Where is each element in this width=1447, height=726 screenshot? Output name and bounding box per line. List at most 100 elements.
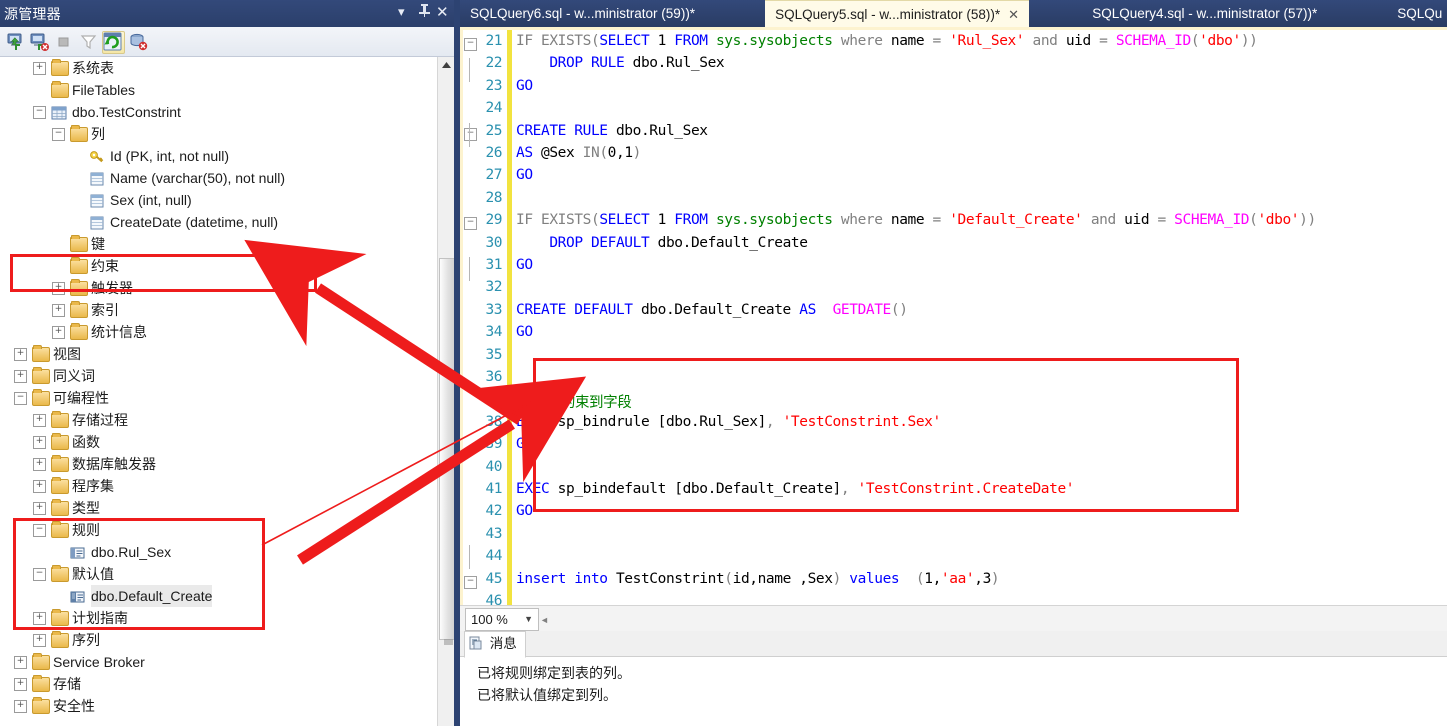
refresh-icon[interactable]	[102, 31, 125, 54]
expand-toggle-icon[interactable]: +	[33, 502, 46, 515]
code-fold-toggle-icon[interactable]: −	[464, 38, 477, 51]
tree-item-Sexintnull[interactable]: Sex (int, null)	[0, 189, 437, 211]
expand-toggle-icon[interactable]: +	[14, 348, 27, 361]
document-tab[interactable]: SQLQuery4.sql - w...ministrator (57))*	[1082, 0, 1327, 29]
document-tab[interactable]: SQLQuery5.sql - w...ministrator (58))* ✕	[765, 0, 1030, 30]
expand-toggle-icon[interactable]: +	[33, 62, 46, 75]
code-line[interactable]: CREATE RULE dbo.Rul_Sex	[516, 123, 708, 139]
code-token: ()	[890, 301, 908, 318]
line-number: 23	[485, 77, 503, 94]
code-line[interactable]: IF EXISTS(SELECT 1 FROM sys.sysobjects w…	[516, 33, 1258, 49]
chevron-down-icon[interactable]: ▾	[398, 4, 405, 20]
horizontal-scroll-left-arrow[interactable]: ◄	[540, 615, 549, 625]
expand-toggle-icon[interactable]: +	[33, 414, 46, 427]
tree-item-[interactable]: − 可编程性	[0, 387, 437, 409]
tree-item-[interactable]: + 类型	[0, 497, 437, 519]
column-icon	[89, 214, 106, 230]
code-line[interactable]: GO	[516, 167, 533, 183]
code-fold-toggle-icon[interactable]: −	[464, 127, 477, 141]
tree-item-[interactable]: + 序列	[0, 629, 437, 651]
expand-toggle-icon[interactable]: +	[33, 436, 46, 449]
object-explorer-toolbar	[0, 27, 459, 57]
code-token: 'aa'	[940, 570, 975, 587]
expand-toggle-icon[interactable]: +	[14, 370, 27, 383]
tree-item-FileTables[interactable]: FileTables	[0, 79, 437, 101]
close-icon[interactable]: ✕	[436, 3, 449, 21]
code-line[interactable]: IF EXISTS(SELECT 1 FROM sys.sysobjects w…	[516, 212, 1316, 228]
collapse-toggle-icon[interactable]: −	[52, 128, 65, 141]
tree-item-Namevarchar50notnull[interactable]: Name (varchar(50), not null)	[0, 167, 437, 189]
line-number: 34	[485, 324, 503, 341]
folder-icon	[32, 653, 50, 670]
expand-toggle-icon[interactable]: +	[52, 304, 65, 317]
zoom-level-select[interactable]: 100 % ▼	[465, 608, 539, 631]
collapse-toggle-icon[interactable]: −	[33, 106, 46, 119]
code-line[interactable]: DROP RULE dbo.Rul_Sex	[516, 55, 724, 71]
tree-item-[interactable]: + 系统表	[0, 57, 437, 79]
document-tab[interactable]: SQLQu	[1387, 0, 1447, 29]
tree-item-[interactable]: + 索引	[0, 299, 437, 321]
code-token: =	[932, 33, 950, 49]
code-token: 'Rul_Sex'	[949, 33, 1025, 49]
connect-icon[interactable]	[6, 31, 27, 52]
document-tab[interactable]: SQLQuery6.sql - w...ministrator (59))*	[460, 0, 705, 29]
expand-toggle-icon[interactable]: +	[33, 458, 46, 471]
code-token: IF EXISTS	[516, 212, 591, 229]
scroll-up-arrow[interactable]	[438, 57, 455, 74]
code-line[interactable]: GO	[516, 503, 533, 519]
tree-item-[interactable]: + 安全性	[0, 695, 437, 717]
code-line[interactable]: GO	[516, 78, 533, 94]
code-line[interactable]: CREATE DEFAULT dbo.Default_Create AS GET…	[516, 302, 908, 318]
expand-toggle-icon[interactable]: +	[14, 678, 27, 691]
close-icon[interactable]: ✕	[1008, 7, 1019, 22]
code-token: SELECT	[599, 33, 650, 49]
code-token: SELECT	[599, 212, 650, 229]
code-token: 'Default_Create'	[949, 212, 1083, 229]
code-fold-toggle-icon[interactable]: −	[464, 217, 477, 231]
code-line[interactable]: AS @Sex IN(0,1)	[516, 145, 641, 161]
tree-item-[interactable]: + 程序集	[0, 475, 437, 497]
tree-item-[interactable]: 键	[0, 233, 437, 255]
sync-icon[interactable]	[128, 31, 149, 52]
tree-item-dbo.TestConstrint[interactable]: − dbo.TestConstrint	[0, 101, 437, 123]
tree-item-label: 类型	[72, 500, 100, 516]
tree-item-ServiceBroker[interactable]: + Service Broker	[0, 651, 437, 673]
code-line[interactable]: insert into TestConstrint(id,name ,Sex) …	[516, 570, 1000, 587]
object-explorer-scrollbar[interactable]	[437, 57, 456, 726]
code-token: IN	[582, 145, 600, 161]
expand-toggle-icon[interactable]: +	[14, 700, 27, 713]
expand-toggle-icon[interactable]: +	[52, 326, 65, 339]
sql-code-editor[interactable]: 21 22 23 24 25 26 27 28 29 30 31 32 33 34 35 36 37 38 39 40…	[460, 30, 1447, 605]
collapse-toggle-icon[interactable]: −	[14, 392, 27, 405]
code-line[interactable]: GO	[516, 324, 533, 340]
tree-item-[interactable]: + 同义词	[0, 365, 437, 387]
tree-item-[interactable]: + 统计信息	[0, 321, 437, 343]
tree-item-[interactable]: + 视图	[0, 343, 437, 365]
code-fold-toggle-icon[interactable]: −	[464, 575, 477, 589]
tree-item-[interactable]: + 数据库触发器	[0, 453, 437, 475]
line-number: 27	[485, 167, 503, 184]
code-token: (	[724, 570, 733, 587]
code-token: name	[882, 212, 933, 229]
expand-toggle-icon[interactable]: +	[14, 656, 27, 669]
tree-item-CreateDatedatetimenull[interactable]: CreateDate (datetime, null)	[0, 211, 437, 233]
chevron-down-icon[interactable]: ▼	[524, 609, 533, 630]
tree-item-[interactable]: + 存储过程	[0, 409, 437, 431]
expand-toggle-icon[interactable]: +	[33, 480, 46, 493]
code-line[interactable]: DROP DEFAULT dbo.Default_Create	[516, 235, 808, 251]
code-line[interactable]: GO	[516, 436, 533, 452]
tab-messages[interactable]: 消息	[464, 631, 526, 658]
expand-toggle-icon[interactable]: +	[33, 634, 46, 647]
document-tabstrip[interactable]: SQLQuery6.sql - w...ministrator (59))* SQ…	[460, 0, 1447, 30]
tree-item-[interactable]: + 函数	[0, 431, 437, 453]
disconnect-icon[interactable]	[29, 31, 50, 52]
tree-item-[interactable]: + 存储	[0, 673, 437, 695]
code-token: sys.sysobjects	[707, 212, 833, 229]
code-token: 1	[649, 33, 675, 49]
tree-item-IdPKintnotnull[interactable]: Id (PK, int, not null)	[0, 145, 437, 167]
tree-item-[interactable]: − 列	[0, 123, 437, 145]
code-fold-guide	[469, 123, 470, 147]
pin-icon[interactable]	[418, 3, 431, 21]
code-line[interactable]: GO	[516, 257, 533, 273]
